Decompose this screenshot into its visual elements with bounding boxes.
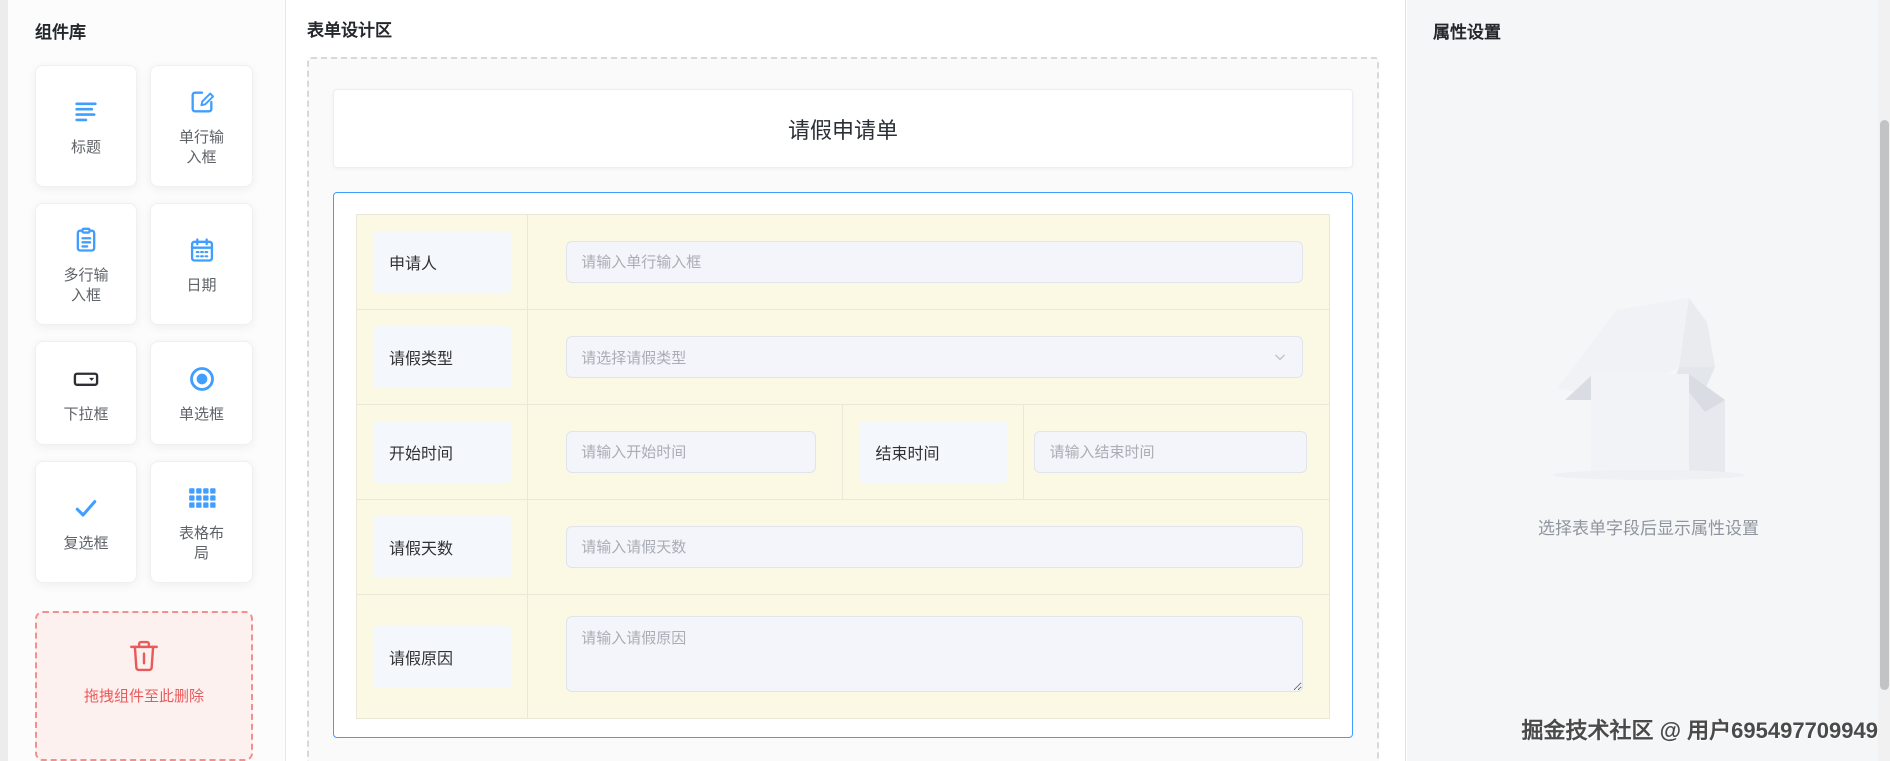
radio-icon — [189, 367, 214, 391]
component-label: 下拉框 — [63, 406, 109, 423]
leave-reason-textarea[interactable] — [566, 616, 1303, 692]
properties-title: 属性设置 — [1433, 23, 1501, 42]
field-end-time-label[interactable]: 结束时间 — [859, 421, 1008, 483]
empty-box-illustration — [1552, 298, 1745, 480]
properties-empty-text: 选择表单字段后显示属性设置 — [1538, 519, 1759, 538]
form-designer-app: 组件库 标题 单行输入框 多行输入框 日期 下拉框 单选框 复选框 表格布局 拖… — [0, 0, 1890, 761]
table-row: 申请人 — [355, 214, 1330, 310]
select-placeholder: 请选择请假类型 — [581, 349, 687, 367]
end-time-input[interactable] — [1034, 431, 1307, 473]
component-card-single-line-input[interactable]: 单行输入框 — [150, 65, 253, 187]
component-label: 日期 — [186, 277, 217, 294]
field-leave-type-label[interactable]: 请假类型 — [373, 326, 512, 388]
scrollbar-track — [1878, 0, 1890, 761]
table-row: 请假原因 — [355, 594, 1330, 719]
form-table: 申请人 请假类型 请选择请假类型 — [355, 214, 1330, 719]
table-layout-widget[interactable]: 申请人 请假类型 请选择请假类型 — [333, 192, 1353, 738]
design-area-title: 表单设计区 — [307, 21, 392, 40]
component-card-dropdown[interactable]: 下拉框 — [35, 341, 137, 445]
form-title-widget[interactable]: 请假申请单 — [333, 89, 1353, 168]
component-label: 复选框 — [63, 535, 109, 552]
component-card-table-layout[interactable]: 表格布局 — [150, 461, 253, 583]
properties-panel: 属性设置 选择表单字段后显示属性设置 掘金技术社区 @ 用户6954977099… — [1407, 0, 1890, 761]
dropdown-icon — [73, 372, 99, 386]
trash-icon — [130, 640, 158, 672]
title-icon — [75, 102, 97, 122]
component-label: 单选框 — [178, 406, 224, 423]
single-line-input-icon — [191, 91, 214, 113]
component-card-multi-line-input[interactable]: 多行输入框 — [35, 203, 137, 325]
chevron-down-icon — [1275, 354, 1285, 361]
watermark: 掘金技术社区 @ 用户695497709949 — [1521, 718, 1878, 743]
component-library-title: 组件库 — [35, 23, 86, 42]
component-card-date[interactable]: 日期 — [150, 203, 253, 325]
form-design-panel: 表单设计区 请假申请单 申请人 请输入单行输入框 请假类型 请选择请假类型 开始… — [287, 0, 1406, 761]
component-label: 多行输入框 — [63, 267, 109, 304]
applicant-input[interactable] — [566, 241, 1303, 283]
checkbox-icon — [75, 500, 97, 517]
table-row: 开始时间 结束时间 — [355, 404, 1330, 500]
component-card-title[interactable]: 标题 — [35, 65, 137, 187]
component-label: 标题 — [70, 139, 101, 156]
delete-zone-label: 拖拽组件至此删除 — [83, 688, 204, 705]
delete-drop-zone[interactable]: 拖拽组件至此删除 — [35, 611, 253, 761]
leave-type-select[interactable]: 请选择请假类型 — [566, 336, 1303, 378]
component-card-checkbox[interactable]: 复选框 — [35, 461, 137, 583]
component-label: 表格布局 — [178, 525, 224, 562]
design-canvas[interactable]: 请假申请单 申请人 请假类型 — [307, 57, 1379, 761]
component-grid: 标题 单行输入框 多行输入框 日期 下拉框 单选框 复选框 表格布局 — [35, 65, 285, 583]
leave-days-input[interactable] — [566, 526, 1303, 568]
component-card-radio[interactable]: 单选框 — [150, 341, 253, 445]
left-edge-strip — [0, 0, 8, 761]
form-title-text: 请假申请单 — [787, 117, 898, 143]
field-leave-reason-label[interactable]: 请假原因 — [373, 625, 512, 688]
table-row: 请假类型 请选择请假类型 — [355, 309, 1330, 405]
table-layout-icon — [188, 488, 216, 508]
component-library-panel: 组件库 标题 单行输入框 多行输入框 日期 下拉框 单选框 复选框 表格布局 拖… — [8, 0, 286, 761]
field-applicant-label[interactable]: 申请人 — [373, 231, 512, 293]
multi-line-input-icon — [76, 227, 96, 252]
field-leave-days-label[interactable]: 请假天数 — [373, 516, 512, 578]
table-row: 请假天数 — [355, 499, 1330, 595]
start-time-input[interactable] — [566, 431, 817, 473]
component-label: 单行输入框 — [178, 129, 224, 166]
properties-empty-state: 选择表单字段后显示属性设置 — [1407, 270, 1890, 539]
field-start-time-label[interactable]: 开始时间 — [373, 421, 512, 483]
scrollbar-thumb[interactable] — [1880, 120, 1889, 690]
date-icon — [190, 238, 213, 262]
